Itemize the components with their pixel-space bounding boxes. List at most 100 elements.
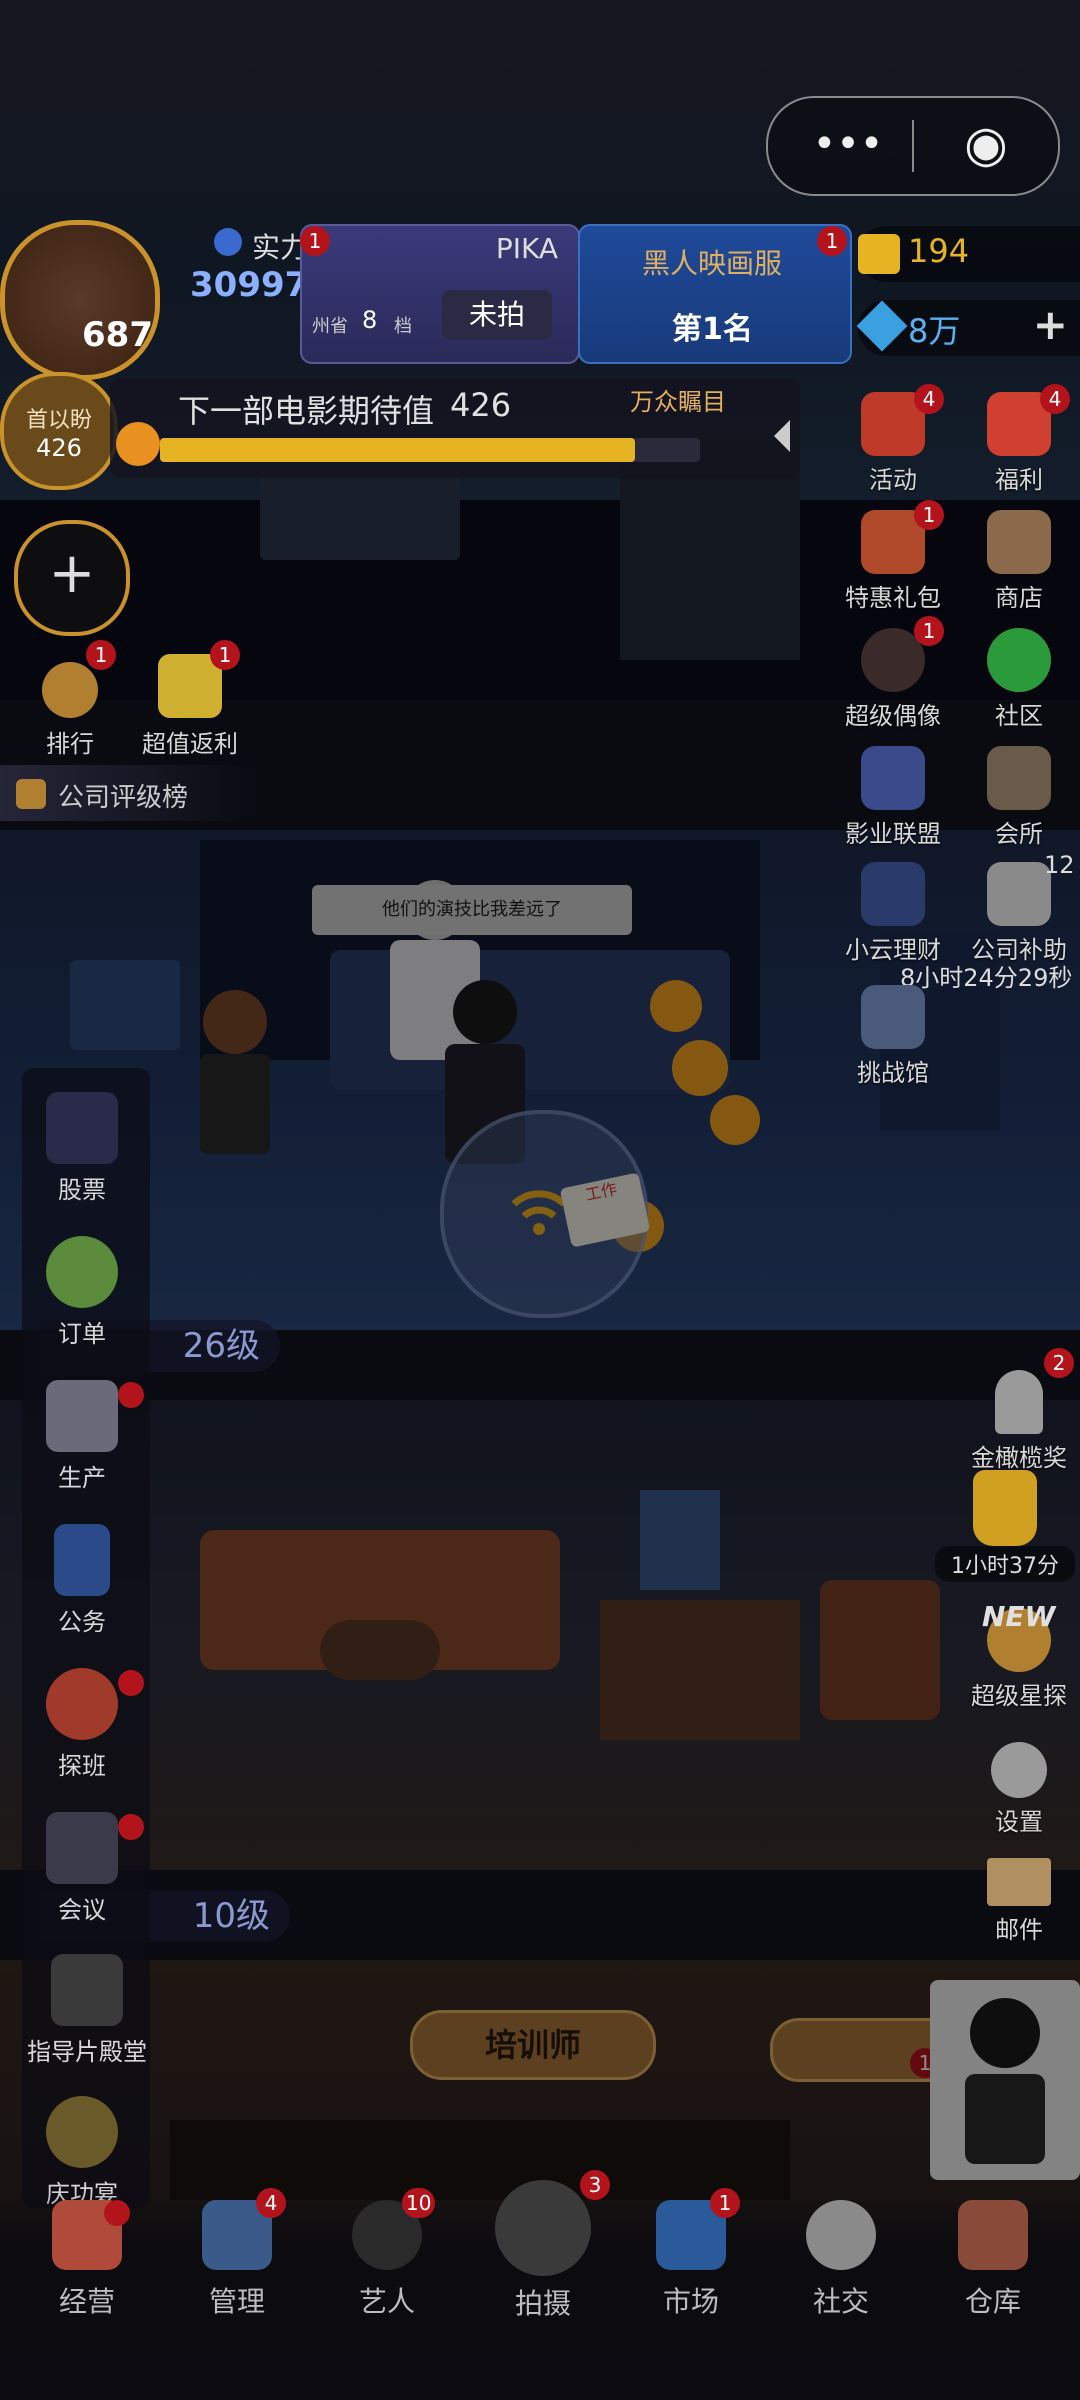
film-card-badge: 1 (300, 226, 330, 256)
ranking-badge: 1 (86, 640, 116, 670)
player-level: 687 (82, 315, 153, 355)
floor-26-text: 26级 (182, 1326, 260, 1366)
training-sign[interactable]: 培训师 (410, 2010, 656, 2080)
add-button[interactable]: + (14, 520, 130, 636)
rebate-badge: 1 (210, 640, 240, 670)
rebate-button[interactable]: 超值返利 1 (130, 640, 250, 759)
stock-label: 股票 (58, 1176, 106, 1204)
director-hall-button[interactable]: 指导片殿堂 (12, 1954, 162, 2067)
nav-operate-label: 经营 (58, 2285, 115, 2318)
ranking-button[interactable]: 排行 1 (10, 640, 130, 759)
visit-label: 探班 (58, 1752, 106, 1780)
add-currency-button[interactable]: + (1033, 300, 1068, 349)
building-icon (861, 746, 925, 810)
film-status: 未拍 (468, 298, 525, 331)
film-alliance-label: 影业联盟 (845, 820, 941, 848)
club-button[interactable]: 会所 (964, 746, 1074, 856)
director-hall-label: 指导片殿堂 (27, 2038, 147, 2066)
nav-warehouse-label: 仓库 (964, 2285, 1021, 2318)
speech-text: 他们的演技比我差远了 (382, 899, 562, 920)
gold-bar[interactable]: 194 (858, 226, 1080, 282)
factory-icon (46, 1380, 118, 1452)
gold-amount: 194 (908, 232, 970, 270)
order-button[interactable]: 订单 (22, 1236, 142, 1349)
award-statue-icon (995, 1370, 1043, 1434)
expectation-progress-fill (160, 438, 636, 462)
activity-badge: 4 (914, 384, 944, 414)
super-idol-button[interactable]: 超级偶像 1 (838, 616, 948, 738)
shop-label: 商店 (995, 584, 1043, 612)
business-button[interactable]: 公务 (22, 1524, 142, 1637)
community-label: 社区 (995, 702, 1043, 730)
visit-button[interactable]: 探班 (22, 1668, 144, 1781)
subsidy-badge: 12 (1044, 851, 1075, 879)
mail-label: 邮件 (995, 1916, 1043, 1944)
mail-button[interactable]: 邮件 (964, 1858, 1074, 1968)
production-button[interactable]: 生产 (22, 1380, 144, 1493)
collapse-arrow-icon[interactable] (774, 420, 790, 452)
divider (912, 120, 914, 172)
trophy-icon (16, 779, 46, 809)
nav-operate[interactable]: 经营 (12, 2200, 162, 2320)
rank-card[interactable]: 黑人映画服 第1名 (578, 224, 852, 364)
subsidy-button[interactable]: 公司补助 12 (964, 851, 1075, 972)
super-idol-badge: 1 (914, 616, 944, 646)
golden-olive-award-button[interactable]: 金橄榄奖 2 (964, 1348, 1074, 1480)
lounge-painting (640, 1490, 720, 1590)
shop-icon (987, 510, 1051, 574)
rank-card-badge: 1 (817, 226, 847, 256)
lounge-cabinet (600, 1600, 800, 1740)
film-status-chip: 未拍 (442, 290, 552, 340)
nav-market-label: 市场 (662, 2285, 719, 2318)
avatar-lady-card[interactable] (930, 1980, 1080, 2180)
current-film-card[interactable]: PIKA 州省 8 档 未拍 (300, 224, 580, 364)
nav-market[interactable]: 市场 1 (616, 2188, 766, 2320)
stock-button[interactable]: 股票 (22, 1092, 142, 1205)
challenge-hall-button[interactable]: 挑战馆 (838, 985, 948, 1095)
club-label: 会所 (995, 820, 1043, 848)
character-girl-brown-hair[interactable] (185, 990, 285, 1160)
super-talent-scout-button[interactable]: 超级星探 NEW (964, 1600, 1074, 1718)
rank-position: 第1名 (672, 312, 753, 347)
nav-warehouse[interactable]: 仓库 (918, 2200, 1068, 2320)
nav-manage[interactable]: 管理 4 (162, 2188, 312, 2320)
diamond-bar[interactable]: 8万 + (856, 300, 1080, 356)
special-gift-button[interactable]: 特惠礼包 1 (838, 500, 948, 620)
speech-bubble: 他们的演技比我差远了 (312, 885, 632, 935)
expectation-badge-label: 首以盼 (25, 408, 92, 433)
nav-social[interactable]: 社交 (766, 2200, 916, 2320)
trophy-timer-chip[interactable]: 1小时37分 (935, 1470, 1075, 1600)
expectation-badge[interactable]: 首以盼 426 (0, 372, 118, 490)
company-rank-label: 公司评级榜 (58, 783, 189, 813)
diamond-amount: 8万 (908, 312, 961, 350)
nav-operate-dot (104, 2200, 130, 2226)
meeting-button[interactable]: 会议 (22, 1812, 144, 1925)
meeting-label: 会议 (58, 1896, 106, 1924)
shop-button[interactable]: 商店 (964, 510, 1074, 620)
more-menu-button[interactable]: ••• (798, 120, 898, 168)
work-card-label: 工作 (583, 1179, 619, 1205)
welfare-button[interactable]: 福利 4 (964, 384, 1074, 502)
film-alliance-button[interactable]: 影业联盟 (838, 746, 948, 856)
heart-eyes-emoji (710, 1095, 760, 1145)
finance-button[interactable]: 小云理财 (838, 862, 948, 972)
nav-shoot-badge: 3 (580, 2170, 610, 2200)
company-rank-bar[interactable]: 公司评级榜 (0, 765, 260, 821)
wechat-icon (987, 628, 1051, 692)
community-button[interactable]: 社区 (964, 628, 1074, 738)
nav-social-label: 社交 (812, 2285, 869, 2318)
settings-button[interactable]: 设置 (964, 1742, 1074, 1852)
arena-icon (861, 985, 925, 1049)
film-title: PIKA (495, 232, 558, 265)
heart-eyes-emoji (650, 980, 702, 1032)
gold-ticket-icon (858, 234, 900, 274)
activity-button[interactable]: 活动 4 (838, 384, 948, 502)
player-avatar[interactable] (0, 220, 160, 380)
nav-shoot[interactable]: 拍摄 3 (468, 2170, 618, 2322)
nav-manage-label: 管理 (208, 2285, 265, 2318)
nav-artist-badge: 10 (402, 2188, 436, 2218)
nav-artist[interactable]: 艺人 10 (312, 2188, 462, 2320)
expectation-panel[interactable]: 下一部电影期待值 426 万众瞩目 (110, 378, 800, 478)
film-region-num: 8 (362, 306, 378, 334)
close-mini-program-button[interactable]: ◉ (936, 116, 1036, 172)
